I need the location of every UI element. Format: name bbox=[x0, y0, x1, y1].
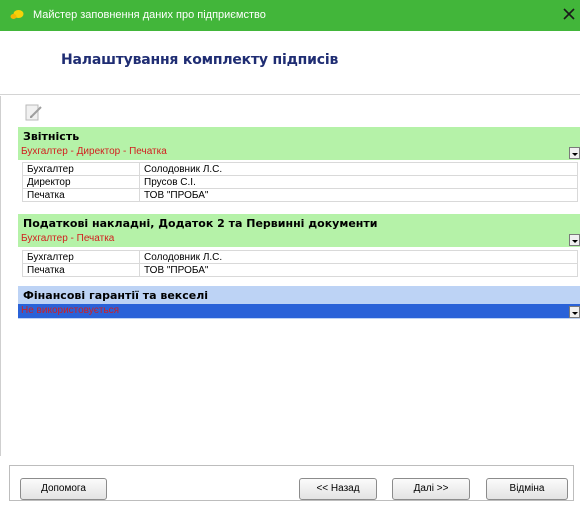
table-row[interactable]: Печатка ТОВ "ПРОБА" bbox=[22, 263, 578, 277]
window-titlebar: Майстер заповнення даних про підприємств… bbox=[0, 0, 580, 31]
dropdown-arrow-icon[interactable] bbox=[569, 234, 580, 246]
signature-set-combo[interactable]: Не використовується bbox=[18, 304, 580, 318]
signature-set-combo[interactable]: Бухгалтер - Директор - Печатка bbox=[18, 145, 580, 159]
next-button[interactable]: Далі >> bbox=[392, 478, 470, 500]
dropdown-arrow-icon[interactable] bbox=[569, 147, 580, 159]
section-title: Звітність bbox=[23, 130, 80, 143]
help-button[interactable]: Допомога bbox=[20, 478, 107, 500]
signature-set-combo[interactable]: Бухгалтер - Печатка bbox=[18, 232, 580, 246]
cancel-button[interactable]: Відміна bbox=[486, 478, 568, 500]
signer-name: Прусов С.І. bbox=[139, 175, 578, 189]
table-row[interactable]: Бухгалтер Солодовник Л.С. bbox=[22, 162, 578, 176]
signer-role: Печатка bbox=[22, 263, 140, 277]
table-row[interactable]: Бухгалтер Солодовник Л.С. bbox=[22, 250, 578, 264]
signer-name: Солодовник Л.С. bbox=[139, 162, 578, 176]
edit-signature-icon[interactable] bbox=[24, 102, 44, 122]
signer-role: Бухгалтер bbox=[22, 162, 140, 176]
combo-value: Бухгалтер - Директор - Печатка bbox=[21, 146, 167, 157]
app-logo-icon bbox=[10, 10, 24, 19]
signer-name: Солодовник Л.С. bbox=[139, 250, 578, 264]
section-title: Фінансові гарантії та векселі bbox=[23, 289, 209, 302]
section-tax-invoices: Податкові накладні, Додаток 2 та Первинн… bbox=[18, 214, 580, 247]
table-row[interactable]: Директор Прусов С.І. bbox=[22, 175, 578, 189]
signer-name: ТОВ "ПРОБА" bbox=[139, 263, 578, 277]
signers-table: Бухгалтер Солодовник Л.С. Директор Прусо… bbox=[22, 162, 578, 202]
combo-value: Бухгалтер - Печатка bbox=[21, 233, 115, 244]
signer-role: Бухгалтер bbox=[22, 250, 140, 264]
signer-role: Печатка bbox=[22, 188, 140, 202]
dropdown-arrow-icon[interactable] bbox=[569, 306, 580, 318]
combo-value: Не використовується bbox=[21, 305, 120, 316]
table-row[interactable]: Печатка ТОВ "ПРОБА" bbox=[22, 188, 578, 202]
signer-name: ТОВ "ПРОБА" bbox=[139, 188, 578, 202]
section-financial-guarantees: Фінансові гарантії та векселі Не викорис… bbox=[18, 286, 580, 319]
wizard-header: Налаштування комплекту підписів bbox=[0, 31, 580, 95]
page-title: Налаштування комплекту підписів bbox=[61, 52, 339, 68]
back-button[interactable]: << Назад bbox=[299, 478, 377, 500]
signer-role: Директор bbox=[22, 175, 140, 189]
window-title: Майстер заповнення даних про підприємств… bbox=[33, 9, 266, 21]
close-icon[interactable] bbox=[560, 5, 578, 23]
section-reporting: Звітність Бухгалтер - Директор - Печатка bbox=[18, 127, 580, 160]
signers-table: Бухгалтер Солодовник Л.С. Печатка ТОВ "П… bbox=[22, 250, 578, 277]
section-title: Податкові накладні, Додаток 2 та Первинн… bbox=[23, 217, 378, 230]
